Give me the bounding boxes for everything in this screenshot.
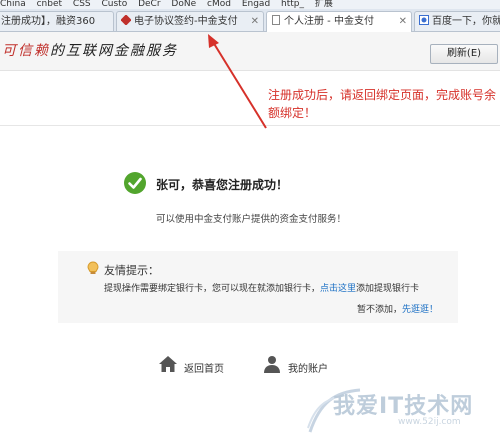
bookmark-item[interactable]: DoNe [171, 0, 196, 9]
bookmarks-bar: China cnbet CSS Custo DeCr DoNe cMod Eng… [0, 0, 500, 9]
watermark-url: www.52ij.com [398, 417, 461, 427]
bookmark-item[interactable]: Engad [242, 0, 270, 9]
baidu-icon [419, 13, 429, 25]
tips-title: 友情提示： [104, 264, 159, 277]
account-link-label: 我的账户 [288, 364, 328, 375]
slogan-text: 的互联网金融服务 [50, 43, 178, 59]
bookmark-item[interactable]: Custo [102, 0, 128, 9]
success-title: 张可，恭喜您注册成功！ [156, 178, 289, 192]
site-header: 可信赖的互联网金融服务 刷新(E) [0, 32, 500, 71]
bookmark-item[interactable]: 扩展 [315, 0, 333, 9]
browser-tab[interactable]: 百度一下，你就知 [414, 11, 500, 31]
skip-prefix: 暂不添加， [356, 305, 402, 315]
page-icon [271, 13, 281, 25]
slogan-highlight: 可信赖 [2, 43, 50, 59]
home-link-label: 返回首页 [184, 364, 224, 375]
bookmark-item[interactable]: DeCr [138, 0, 160, 9]
annotation-text: 注册成功后，请返回绑定页面，完成账号余额绑定！ [268, 88, 497, 120]
bookmark-item[interactable]: cMod [207, 0, 231, 9]
watermark-text: 我爱IT技术网 [333, 394, 474, 419]
tab-label: 注册成功】，融资360 [1, 16, 96, 27]
tips-text-after: 添加提现银行卡 [356, 284, 420, 294]
tab-label: 电子协议签约-中金支付 [134, 16, 238, 27]
success-check-icon [124, 172, 146, 194]
tips-text-before: 提现操作需要绑定银行卡，您可以现在就添加银行卡， [104, 284, 321, 294]
browser-tab-bar: 注册成功】，融资360 电子协议签约-中金支付 ✕ 个人注册 - 中金支付 ✕ … [0, 9, 500, 32]
bookmark-item[interactable]: cnbet [37, 0, 62, 9]
tips-box: 友情提示： 提现操作需要绑定银行卡，您可以现在就添加银行卡，点击这里添加提现银行… [58, 251, 458, 323]
add-bank-card-link[interactable]: 点击这里 [320, 284, 356, 294]
refresh-button[interactable]: 刷新(E) [430, 44, 498, 64]
tab-label: 个人注册 - 中金支付 [284, 16, 374, 27]
tab-label: 百度一下，你就知 [432, 16, 500, 27]
tips-text: 提现操作需要绑定银行卡，您可以现在就添加银行卡，点击这里添加提现银行卡 [104, 281, 419, 294]
skip-link[interactable]: 先逛逛！ [402, 305, 438, 315]
home-icon [158, 354, 178, 377]
close-tab-icon[interactable]: ✕ [251, 12, 259, 31]
bookmark-item[interactable]: http_ [281, 0, 304, 9]
browser-tab[interactable]: 电子协议签约-中金支付 ✕ [116, 11, 264, 31]
bookmark-item[interactable]: China [0, 0, 26, 9]
user-icon [262, 354, 282, 377]
success-subtitle: 可以使用中金支付账户提供的资金支付服务！ [156, 214, 347, 225]
close-tab-icon[interactable]: ✕ [399, 12, 407, 32]
lightbulb-icon [86, 261, 100, 278]
bookmark-item[interactable]: CSS [73, 0, 91, 9]
site-slogan: 可信赖的互联网金融服务 [2, 40, 178, 60]
divider [0, 125, 500, 126]
browser-tab-active[interactable]: 个人注册 - 中金支付 ✕ [266, 11, 412, 32]
browser-tab[interactable]: 注册成功】，融资360 [0, 11, 114, 31]
favicon-icon [120, 13, 132, 26]
skip-line: 暂不添加，先逛逛！ [357, 302, 438, 315]
